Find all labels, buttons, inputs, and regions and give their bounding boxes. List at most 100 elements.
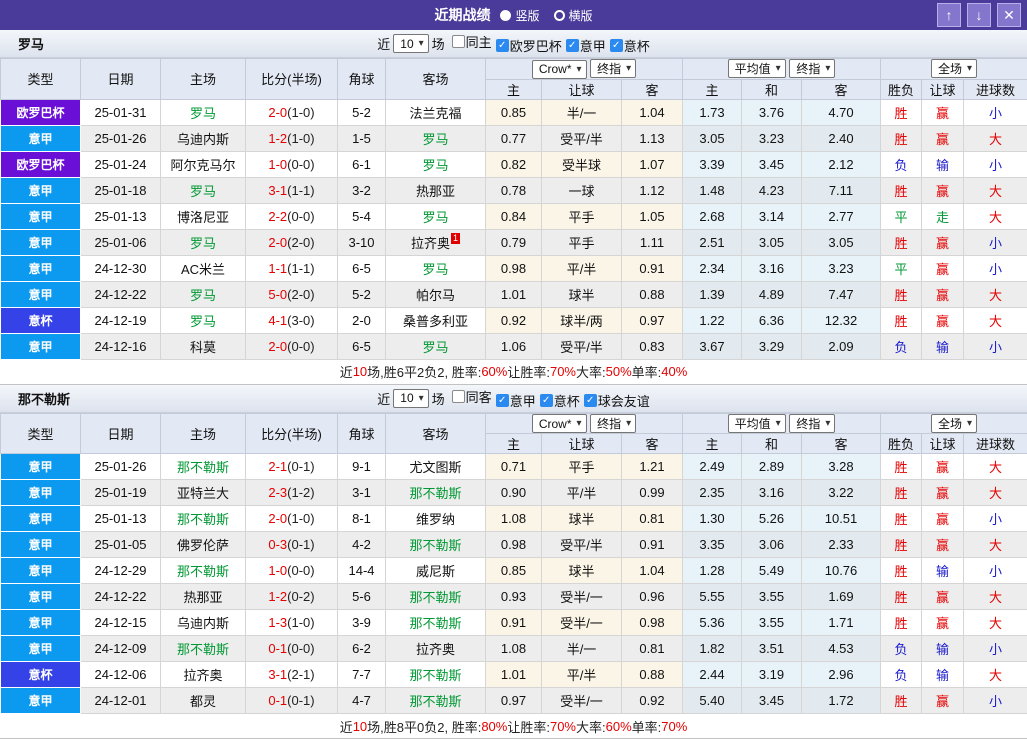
- handicap: 受半/一: [542, 610, 622, 636]
- chevron-down-icon: ▾: [419, 393, 424, 404]
- score: 2-3(1-2): [246, 480, 338, 506]
- avg-home: 2.68: [683, 203, 742, 229]
- avg-draw: 3.19: [742, 662, 802, 688]
- radio-unselected-icon[interactable]: [554, 10, 565, 21]
- odds-company-select[interactable]: Crow*▾: [532, 60, 587, 79]
- unchecked-checkbox-icon[interactable]: [452, 390, 465, 403]
- unchecked-checkbox-icon[interactable]: [452, 35, 465, 48]
- avg-draw: 3.55: [742, 584, 802, 610]
- away-team-name: 拉齐奥: [416, 642, 455, 657]
- summary-line: 近10场,胜8平0负2, 胜率:80% 让胜率:70% 大率:60% 单率:70…: [0, 714, 1027, 739]
- match-date: 25-01-13: [81, 506, 161, 532]
- average-select[interactable]: 平均值▾: [728, 414, 786, 433]
- radio-selected-icon[interactable]: [500, 10, 511, 21]
- match-row: 意甲25-01-18罗马3-1(1-1)3-2热那亚0.78一球1.121.48…: [1, 177, 1027, 203]
- scroll-down-button[interactable]: ↓: [967, 3, 991, 27]
- goals-outcome: 小: [964, 558, 1027, 584]
- scope-select[interactable]: 全场▾: [931, 414, 977, 433]
- col-header-home: 主场: [161, 59, 246, 100]
- avg-away: 2.77: [802, 203, 881, 229]
- halftime-score: (1-1): [287, 261, 314, 276]
- result-outcome: 胜: [881, 558, 922, 584]
- match-type: 意甲: [1, 558, 81, 584]
- handicap-outcome: 赢: [922, 532, 964, 558]
- goals-outcome: 小: [964, 151, 1027, 177]
- away-team: 维罗纳: [386, 506, 486, 532]
- scroll-up-button[interactable]: ↑: [937, 3, 961, 27]
- away-team: 罗马: [386, 203, 486, 229]
- away-team-name: 罗马: [422, 210, 448, 225]
- halftime-score: (0-0): [287, 641, 314, 656]
- final-average-select[interactable]: 终指▾: [789, 59, 835, 78]
- halftime-score: (0-0): [287, 339, 314, 354]
- handicap: 平手: [542, 203, 622, 229]
- col-header-goals: 进球数: [964, 434, 1027, 454]
- final-average-select[interactable]: 终指▾: [789, 414, 835, 433]
- chevron-down-icon: ▾: [419, 38, 424, 49]
- match-type: 意甲: [1, 125, 81, 151]
- col-header-score: 比分(半场): [246, 59, 338, 100]
- col-header-avg-draw: 和: [742, 79, 802, 99]
- away-team: 桑普多利亚: [386, 307, 486, 333]
- halftime-score: (1-0): [287, 105, 314, 120]
- summary-segment: 50%: [606, 364, 632, 379]
- checked-checkbox-icon[interactable]: ✓: [540, 394, 553, 407]
- corners: 6-2: [338, 636, 386, 662]
- away-team-name: 尤文图斯: [409, 460, 461, 475]
- checkbox-label: 意甲: [580, 36, 606, 55]
- odds-away: 0.81: [622, 506, 683, 532]
- fulltime-score: 2-0: [268, 339, 287, 354]
- avg-away: 2.96: [802, 662, 881, 688]
- goals-outcome: 小: [964, 636, 1027, 662]
- radio-vertical[interactable]: 竖版: [500, 7, 539, 24]
- score: 5-0(2-0): [246, 281, 338, 307]
- checked-checkbox-icon[interactable]: ✓: [584, 394, 597, 407]
- final-odds-select[interactable]: 终指▾: [590, 59, 636, 78]
- home-team: 博洛尼亚: [161, 203, 246, 229]
- odds-home: 0.85: [486, 99, 542, 125]
- score: 2-0(0-0): [246, 333, 338, 359]
- checked-checkbox-icon[interactable]: ✓: [566, 39, 579, 52]
- match-row: 意甲24-12-09那不勒斯0-1(0-0)6-2拉齐奥1.08半/一0.811…: [1, 636, 1027, 662]
- avg-draw: 4.89: [742, 281, 802, 307]
- odds-away: 1.11: [622, 229, 683, 255]
- result-outcome: 平: [881, 203, 922, 229]
- avg-home: 5.55: [683, 584, 742, 610]
- average-select[interactable]: 平均值▾: [728, 59, 786, 78]
- average-select-group: 平均值▾ 终指▾: [683, 413, 881, 434]
- goals-outcome: 大: [964, 454, 1027, 480]
- score: 2-0(1-0): [246, 506, 338, 532]
- handicap-outcome: 赢: [922, 454, 964, 480]
- avg-draw: 3.16: [742, 480, 802, 506]
- col-header-away: 客场: [386, 413, 486, 454]
- col-header-type: 类型: [1, 413, 81, 454]
- radio-horizontal-label: 横版: [569, 7, 593, 24]
- chevron-down-icon: ▾: [825, 63, 830, 74]
- corners: 3-10: [338, 229, 386, 255]
- handicap-outcome: 赢: [922, 255, 964, 281]
- odds-away: 0.88: [622, 662, 683, 688]
- chevron-down-icon: ▾: [626, 418, 631, 429]
- avg-home: 1.39: [683, 281, 742, 307]
- chevron-down-icon: ▾: [626, 63, 631, 74]
- home-team: 亚特兰大: [161, 480, 246, 506]
- match-count-select[interactable]: 10▾: [393, 389, 428, 408]
- radio-horizontal[interactable]: 横版: [554, 7, 593, 24]
- match-count-select[interactable]: 10▾: [393, 34, 428, 53]
- away-team-name: 帕尔马: [416, 288, 455, 303]
- close-button[interactable]: ✕: [997, 3, 1021, 27]
- checked-checkbox-icon[interactable]: ✓: [496, 39, 509, 52]
- home-team: 那不勒斯: [161, 506, 246, 532]
- scope-select[interactable]: 全场▾: [931, 59, 977, 78]
- score: 3-1(2-1): [246, 662, 338, 688]
- odds-company-select[interactable]: Crow*▾: [532, 414, 587, 433]
- match-date: 25-01-06: [81, 229, 161, 255]
- final-odds-select[interactable]: 终指▾: [590, 414, 636, 433]
- col-header-avg-home: 主: [683, 434, 742, 454]
- checked-checkbox-icon[interactable]: ✓: [610, 39, 623, 52]
- halftime-score: (1-0): [287, 511, 314, 526]
- match-row: 意甲24-12-29那不勒斯1-0(0-0)14-4威尼斯0.85球半1.041…: [1, 558, 1027, 584]
- checked-checkbox-icon[interactable]: ✓: [496, 394, 509, 407]
- halftime-score: (0-0): [287, 157, 314, 172]
- home-team: 乌迪内斯: [161, 610, 246, 636]
